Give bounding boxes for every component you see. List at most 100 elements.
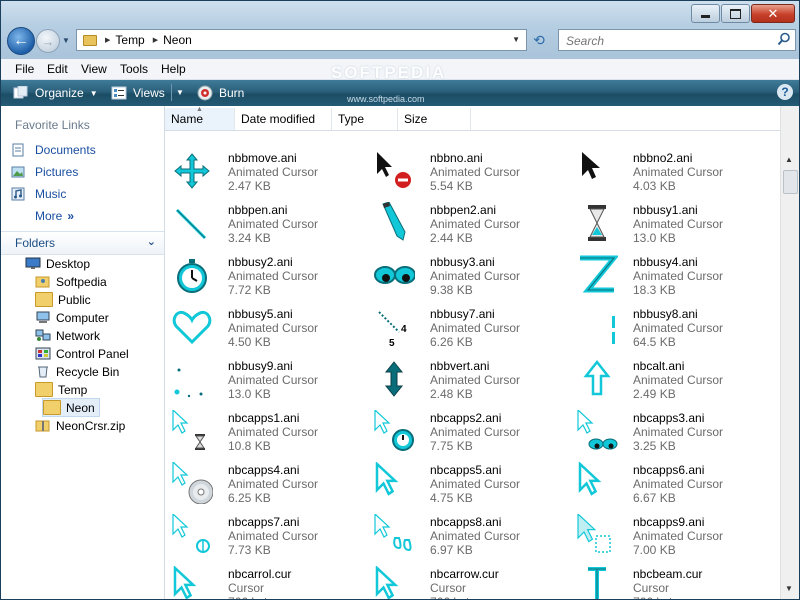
file-tile[interactable]: nbcarrow.curCursor766 bytes xyxy=(371,561,571,599)
column-header-name[interactable]: ▲ Name xyxy=(165,106,235,130)
minimize-button[interactable] xyxy=(691,4,720,23)
file-tile[interactable]: nbcapps5.ani Animated Cursor 4.75 KB xyxy=(371,457,571,509)
search-icon[interactable] xyxy=(777,32,791,46)
maximize-button[interactable] xyxy=(721,4,750,23)
tree-item-public[interactable]: Public xyxy=(35,291,91,308)
file-size: 7.73 KB xyxy=(228,543,271,557)
favorite-more[interactable]: More » xyxy=(35,209,74,223)
file-tile[interactable]: nbbpen2.ani Animated Cursor 2.44 KB xyxy=(371,197,571,249)
tree-item-recycle-bin[interactable]: Recycle Bin xyxy=(35,363,119,380)
caption-buttons: ✕ xyxy=(690,4,795,23)
tree-item-desktop[interactable]: Desktop xyxy=(25,255,90,272)
file-tile[interactable]: nbbusy9.ani Animated Cursor 13.0 KB xyxy=(169,353,369,405)
file-tile[interactable]: nbbusy3.ani Animated Cursor 9.38 KB xyxy=(371,249,571,301)
menu-view[interactable]: View xyxy=(81,62,107,76)
file-tile[interactable]: nbbmove.ani Animated Cursor 2.47 KB xyxy=(169,145,369,197)
file-type: Animated Cursor xyxy=(228,165,319,179)
file-tile[interactable]: nbbno2.ani Animated Cursor 4.03 KB xyxy=(574,145,774,197)
file-name: nbcapps5.ani xyxy=(430,463,502,477)
file-tile[interactable]: nbbpen.ani Animated Cursor 3.24 KB xyxy=(169,197,369,249)
recent-pages-dropdown[interactable]: ▼ xyxy=(62,36,70,45)
file-tile[interactable]: 4 5 nbbusy7.ani Animated Cursor 6.26 KB xyxy=(371,301,571,353)
back-button[interactable]: ← xyxy=(7,27,35,55)
file-tile[interactable]: nbcbeam.curCursor766 bytes xyxy=(574,561,774,599)
chevron-down-icon: ▼ xyxy=(89,88,98,98)
burn-button[interactable]: Burn xyxy=(197,84,244,102)
file-tile[interactable]: nbbusy1.ani Animated Cursor 13.0 KB xyxy=(574,197,774,249)
file-tile[interactable]: nbbvert.ani Animated Cursor 2.48 KB xyxy=(371,353,571,405)
tree-item-neon[interactable]: Neon xyxy=(42,398,100,417)
tree-item-network[interactable]: Network xyxy=(35,327,100,344)
scrollbar-thumb[interactable] xyxy=(783,170,798,194)
refresh-button[interactable]: ⟲ xyxy=(529,31,549,49)
scroll-down-icon[interactable]: ▼ xyxy=(785,584,793,593)
file-tile[interactable]: nbcapps2.ani Animated Cursor 7.75 KB xyxy=(371,405,571,457)
menu-help[interactable]: Help xyxy=(161,62,186,76)
tree-item-computer[interactable]: Computer xyxy=(35,309,109,326)
file-tile[interactable]: nbcapps8.ani Animated Cursor 6.97 KB xyxy=(371,509,571,561)
close-button[interactable]: ✕ xyxy=(751,4,795,23)
file-tile[interactable]: nbcapps7.ani Animated Cursor 7.73 KB xyxy=(169,509,369,561)
favorite-pictures[interactable]: Pictures xyxy=(11,165,78,179)
scroll-up-icon[interactable]: ▲ xyxy=(785,155,793,164)
tree-item-softpedia[interactable]: Softpedia xyxy=(35,273,107,290)
favorite-music[interactable]: Music xyxy=(11,187,66,201)
tree-item-temp[interactable]: Temp xyxy=(35,381,87,398)
menu-bar: File Edit View Tools Help SOFTPEDIA xyxy=(1,59,799,82)
file-tile[interactable]: nbcapps9.ani Animated Cursor 7.00 KB xyxy=(574,509,774,561)
breadcrumb-neon[interactable]: Neon xyxy=(163,33,192,47)
breadcrumb-separator-icon[interactable]: ▶ xyxy=(153,36,158,44)
file-size: 10.8 KB xyxy=(228,439,271,453)
file-name: nbbpen.ani xyxy=(228,203,288,217)
folders-header[interactable]: Folders ⌄ xyxy=(1,231,164,255)
network-icon xyxy=(35,329,51,341)
file-name: nbbusy2.ani xyxy=(228,255,293,269)
column-header-size[interactable]: Size xyxy=(398,108,471,130)
column-header-date-modified[interactable]: Date modified xyxy=(235,108,332,130)
file-size: 6.97 KB xyxy=(430,543,473,557)
views-button[interactable]: Views xyxy=(111,84,165,102)
arrow-stopwatch-cursor-icon xyxy=(374,410,414,451)
file-tile[interactable]: nbcapps4.ani Animated Cursor 6.25 KB xyxy=(169,457,369,509)
file-tile[interactable]: nbbusy2.ani Animated Cursor 7.72 KB xyxy=(169,249,369,301)
menu-tools[interactable]: Tools xyxy=(120,62,148,76)
address-bar[interactable]: ▶ Temp ▶ Neon ▼ xyxy=(76,29,527,51)
file-tile[interactable]: nbbusy4.ani Animated Cursor 18.3 KB xyxy=(574,249,774,301)
breadcrumb-separator-icon[interactable]: ▶ xyxy=(105,36,110,44)
documents-icon xyxy=(12,143,24,157)
forward-button[interactable]: → xyxy=(36,29,60,53)
help-icon[interactable]: ? xyxy=(777,84,793,100)
dots-cursor-icon xyxy=(174,368,203,398)
file-tile[interactable]: nbcapps6.ani Animated Cursor 6.67 KB xyxy=(574,457,774,509)
vertical-scrollbar[interactable]: ▲ ▼ xyxy=(780,106,799,599)
minimize-icon xyxy=(701,15,710,18)
title-bar: ✕ ← → ▼ ▶ Temp ▶ Neon ▼ ⟲ xyxy=(1,1,799,59)
file-tile[interactable]: nbbusy8.ani Animated Cursor 64.5 KB xyxy=(574,301,774,353)
menu-edit[interactable]: Edit xyxy=(47,62,68,76)
menu-file[interactable]: File xyxy=(15,62,34,76)
chevron-down-icon[interactable]: ⌄ xyxy=(147,235,156,248)
file-size: 13.0 KB xyxy=(228,387,271,401)
column-header-type[interactable]: Type xyxy=(332,108,398,130)
file-tile[interactable]: nbcalt.ani Animated Cursor 2.49 KB xyxy=(574,353,774,405)
breadcrumb-temp[interactable]: Temp xyxy=(115,33,144,47)
search-box[interactable] xyxy=(558,29,796,51)
favorite-documents[interactable]: Documents xyxy=(11,143,96,157)
file-tile[interactable]: nbbusy5.ani Animated Cursor 4.50 KB xyxy=(169,301,369,353)
bar-cursor-icon xyxy=(612,316,615,344)
views-dropdown[interactable]: ▼ xyxy=(171,84,188,101)
ibeam-cursor-icon xyxy=(588,567,606,599)
file-tile[interactable]: nbcapps1.ani Animated Cursor 10.8 KB xyxy=(169,405,369,457)
search-input[interactable] xyxy=(564,33,768,49)
file-size: 2.48 KB xyxy=(430,387,473,401)
arrow-cursor-icon xyxy=(582,152,600,179)
tree-item-control-panel[interactable]: Control Panel xyxy=(35,345,129,362)
file-tile[interactable]: nbbno.ani Animated Cursor 5.54 KB xyxy=(371,145,571,197)
address-dropdown-icon[interactable]: ▼ xyxy=(512,35,520,44)
pencil-cursor-icon xyxy=(382,202,406,241)
organize-button[interactable]: Organize ▼ xyxy=(13,84,98,102)
file-tile[interactable]: nbcapps3.ani Animated Cursor 3.25 KB xyxy=(574,405,774,457)
tree-item-neoncrsr-zip[interactable]: NeonCrsr.zip xyxy=(35,417,125,434)
file-tile[interactable]: nbcarrol.curCursor766 bytes xyxy=(169,561,369,599)
file-type: Animated Cursor xyxy=(228,425,319,439)
